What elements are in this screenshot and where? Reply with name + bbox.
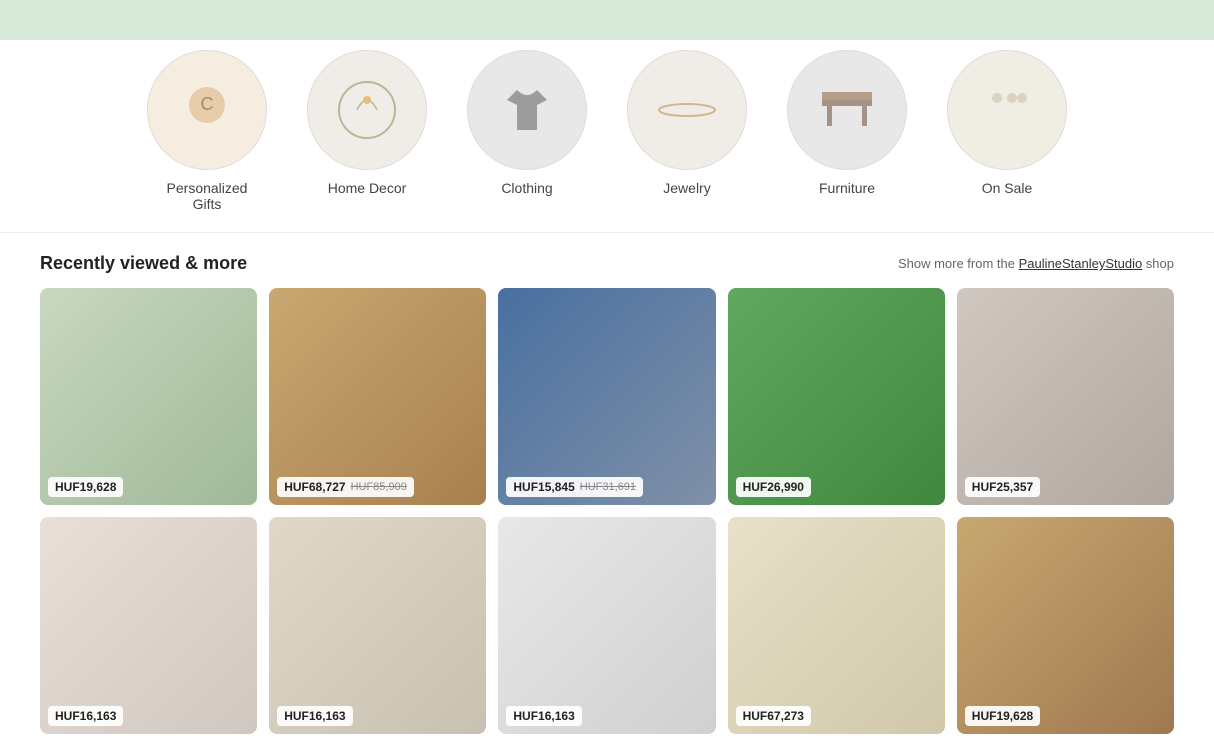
product-card[interactable]: HUF15,845 HUF31,691: [498, 288, 715, 505]
categories-section: C Personalized Gifts Home Decor Clothing Jew…: [0, 40, 1214, 233]
product-card[interactable]: HUF26,990: [728, 288, 945, 505]
category-circle-clothing: [467, 50, 587, 170]
category-circle-furniture: [787, 50, 907, 170]
category-circle-on-sale: [947, 50, 1067, 170]
product-image: [269, 288, 486, 505]
category-circle-jewelry: [627, 50, 747, 170]
category-jewelry[interactable]: Jewelry: [627, 50, 747, 212]
product-image: [40, 288, 257, 505]
product-price: HUF15,845: [513, 480, 574, 494]
category-label-personalized-gifts: Personalized Gifts: [167, 180, 248, 212]
category-label-furniture: Furniture: [819, 180, 875, 196]
category-label-on-sale: On Sale: [982, 180, 1033, 196]
category-label-home-decor: Home Decor: [328, 180, 407, 196]
category-circle-personalized-gifts: C: [147, 50, 267, 170]
price-badge: HUF16,163: [277, 706, 352, 726]
price-badge: HUF68,727 HUF85,909: [277, 477, 414, 497]
category-personalized-gifts[interactable]: C Personalized Gifts: [147, 50, 267, 212]
show-more-text: Show more from the PaulineStanleyStudio …: [898, 256, 1174, 271]
product-price: HUF16,163: [55, 709, 116, 723]
product-image: [957, 517, 1174, 734]
price-badge: HUF26,990: [736, 477, 811, 497]
recently-section: Recently viewed & more Show more from th…: [0, 233, 1214, 754]
product-original-price: HUF85,909: [351, 481, 407, 493]
svg-text:C: C: [201, 94, 214, 114]
product-price: HUF26,990: [743, 480, 804, 494]
price-badge: HUF19,628: [965, 706, 1040, 726]
product-card[interactable]: HUF16,163: [269, 517, 486, 734]
price-badge: HUF15,845 HUF31,691: [506, 477, 643, 497]
show-more-suffix: shop: [1142, 256, 1174, 271]
show-more-prefix: Show more from the: [898, 256, 1019, 271]
category-label-clothing: Clothing: [501, 180, 552, 196]
product-image: [728, 288, 945, 505]
product-card[interactable]: HUF19,628: [957, 517, 1174, 734]
shop-link[interactable]: PaulineStanleyStudio: [1019, 256, 1143, 271]
price-badge: HUF25,357: [965, 477, 1040, 497]
product-price: HUF68,727: [284, 480, 345, 494]
product-image: [40, 517, 257, 734]
price-badge: HUF16,163: [506, 706, 581, 726]
product-price: HUF67,273: [743, 709, 804, 723]
product-image: [269, 517, 486, 734]
products-grid: HUF19,628 HUF68,727 HUF85,909 HUF15,845 HUF3…: [40, 288, 1174, 734]
product-card[interactable]: HUF68,727 HUF85,909: [269, 288, 486, 505]
product-price: HUF16,163: [284, 709, 345, 723]
product-card[interactable]: HUF16,163: [498, 517, 715, 734]
product-image: [728, 517, 945, 734]
price-badge: HUF16,163: [48, 706, 123, 726]
product-price: HUF25,357: [972, 480, 1033, 494]
recently-header: Recently viewed & more Show more from th…: [40, 253, 1174, 274]
category-clothing[interactable]: Clothing: [467, 50, 587, 212]
recently-title: Recently viewed & more: [40, 253, 247, 274]
price-badge: HUF19,628: [48, 477, 123, 497]
category-circle-home-decor: [307, 50, 427, 170]
product-card[interactable]: HUF19,628: [40, 288, 257, 505]
product-image: [498, 288, 715, 505]
category-on-sale[interactable]: On Sale: [947, 50, 1067, 212]
price-badge: HUF67,273: [736, 706, 811, 726]
product-price: HUF19,628: [55, 480, 116, 494]
product-price: HUF16,163: [513, 709, 574, 723]
category-label-jewelry: Jewelry: [663, 180, 710, 196]
product-card[interactable]: HUF25,357: [957, 288, 1174, 505]
product-price: HUF19,628: [972, 709, 1033, 723]
top-banner: [0, 0, 1214, 40]
product-original-price: HUF31,691: [580, 481, 636, 493]
product-card[interactable]: HUF67,273: [728, 517, 945, 734]
product-image: [957, 288, 1174, 505]
category-furniture[interactable]: Furniture: [787, 50, 907, 212]
product-image: [498, 517, 715, 734]
category-home-decor[interactable]: Home Decor: [307, 50, 427, 212]
product-card[interactable]: HUF16,163: [40, 517, 257, 734]
